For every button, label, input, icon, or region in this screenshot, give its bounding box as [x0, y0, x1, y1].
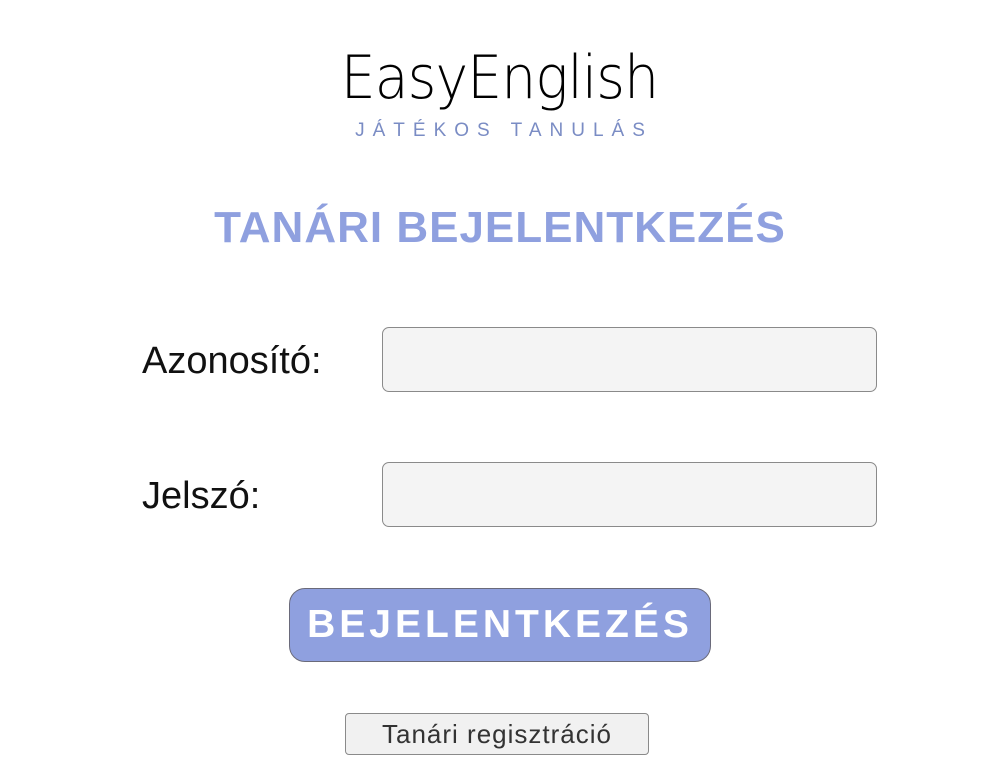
logo-tagline: JÁTÉKOS TANULÁS: [355, 120, 653, 141]
page-title: TANÁRI BEJELENTKEZÉS: [214, 203, 786, 252]
register-button[interactable]: Tanári regisztráció: [345, 713, 649, 755]
logo: EasyEnglish JÁTÉKOS TANULÁS: [0, 40, 1000, 142]
id-label: Azonosító:: [142, 340, 322, 382]
password-label: Jelszó:: [142, 475, 261, 517]
password-input[interactable]: [382, 462, 877, 527]
id-input[interactable]: [382, 327, 877, 392]
login-button[interactable]: BEJELENTKEZÉS: [289, 588, 711, 662]
logo-title: EasyEnglish: [341, 43, 659, 113]
